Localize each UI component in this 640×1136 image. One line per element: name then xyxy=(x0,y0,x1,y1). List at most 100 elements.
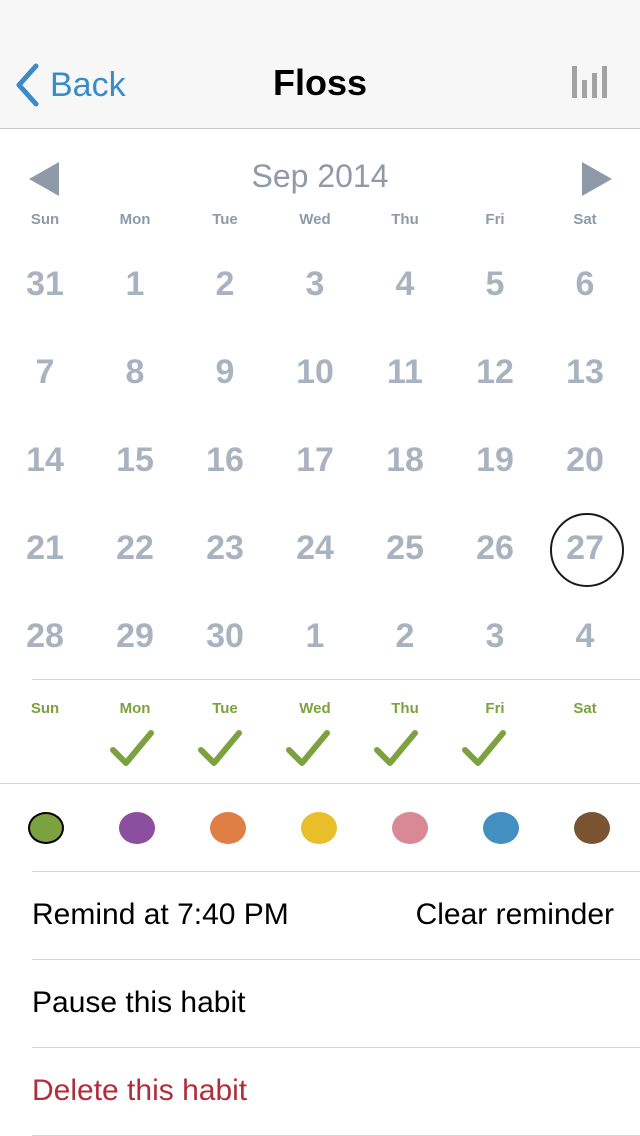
calendar-day-today[interactable]: 27 xyxy=(540,504,630,592)
color-swatch xyxy=(482,812,519,844)
month-label: Sep 2014 xyxy=(251,158,389,194)
color-swatch-option[interactable] xyxy=(91,810,182,846)
calendar-day[interactable]: 24 xyxy=(270,504,360,592)
habit-weekday-label: Sun xyxy=(30,700,60,717)
color-swatch-option[interactable] xyxy=(273,810,364,846)
weekday-label: Mon xyxy=(119,211,151,228)
habit-day-toggle-on[interactable] xyxy=(88,724,176,772)
next-month-button[interactable] xyxy=(578,158,618,198)
color-swatch xyxy=(391,812,428,844)
reminder-row: Remind at 7:40 PM Clear reminder xyxy=(32,871,640,959)
calendar-week: 7 8 9 10 11 12 13 xyxy=(0,328,640,416)
calendar-day[interactable]: 23 xyxy=(180,504,270,592)
habit-day-toggle-off[interactable] xyxy=(528,724,616,772)
calendar-day[interactable]: 19 xyxy=(450,416,540,504)
calendar-day[interactable]: 5 xyxy=(450,240,540,328)
calendar-day[interactable]: 20 xyxy=(540,416,630,504)
page-title: Floss xyxy=(272,62,368,103)
weekday-label: Sun xyxy=(30,211,60,228)
previous-month-button[interactable] xyxy=(26,158,66,198)
calendar-day[interactable]: 26 xyxy=(450,504,540,592)
calendar-day[interactable]: 22 xyxy=(90,504,180,592)
calendar-day[interactable]: 1 xyxy=(90,240,180,328)
weekday-label: Wed xyxy=(299,211,331,228)
calendar-day[interactable]: 15 xyxy=(90,416,180,504)
calendar-week: 14 15 16 17 18 19 20 xyxy=(0,416,640,504)
back-label: Back xyxy=(50,65,126,104)
divider xyxy=(32,679,640,680)
divider xyxy=(0,783,640,784)
pause-habit-label: Pause this habit xyxy=(32,986,246,1019)
month-header: Sep 2014 xyxy=(0,150,640,206)
calendar-day[interactable]: 9 xyxy=(180,328,270,416)
habit-day-toggle-off[interactable] xyxy=(0,724,88,772)
habit-weekday-label: Fri xyxy=(485,700,505,717)
color-swatch xyxy=(118,812,155,844)
calendar-week: 31 1 2 3 4 5 6 xyxy=(0,240,640,328)
calendar-day[interactable]: 25 xyxy=(360,504,450,592)
calendar-week: 21 22 23 24 25 26 27 xyxy=(0,504,640,592)
habit-weekday-label: Wed xyxy=(299,700,331,717)
color-swatch-option[interactable] xyxy=(0,810,91,846)
calendar-day[interactable]: 13 xyxy=(540,328,630,416)
calendar-day[interactable]: 4 xyxy=(540,592,630,680)
calendar-day[interactable]: 7 xyxy=(0,328,90,416)
calendar-day[interactable]: 1 xyxy=(270,592,360,680)
calendar-day[interactable]: 6 xyxy=(540,240,630,328)
color-swatch-option[interactable] xyxy=(455,810,546,846)
pause-habit-button[interactable]: Pause this habit xyxy=(32,959,640,1047)
color-swatch-option[interactable] xyxy=(546,810,637,846)
chevron-left-icon xyxy=(16,63,39,107)
color-swatch-option[interactable] xyxy=(364,810,455,846)
habit-day-toggle-on[interactable] xyxy=(352,724,440,772)
habit-weekday-label: Mon xyxy=(119,700,151,717)
calendar-day[interactable]: 14 xyxy=(0,416,90,504)
habit-weekday-label: Sat xyxy=(573,700,597,717)
calendar-day[interactable]: 3 xyxy=(270,240,360,328)
delete-habit-button[interactable]: Delete this habit xyxy=(32,1047,640,1135)
weekday-label: Fri xyxy=(485,211,505,228)
calendar-day[interactable]: 2 xyxy=(180,240,270,328)
checkmark-icon xyxy=(286,730,330,766)
checkmark-icon xyxy=(462,730,506,766)
checkmark-icon xyxy=(198,730,242,766)
calendar-day[interactable]: 4 xyxy=(360,240,450,328)
calendar-day[interactable]: 16 xyxy=(180,416,270,504)
calendar-day[interactable]: 12 xyxy=(450,328,540,416)
calendar-day[interactable]: 8 xyxy=(90,328,180,416)
bar-chart-icon[interactable] xyxy=(570,66,610,98)
color-swatch-option[interactable] xyxy=(182,810,273,846)
habit-day-toggle-on[interactable] xyxy=(264,724,352,772)
remind-time-button[interactable]: Remind at 7:40 PM xyxy=(32,898,289,932)
weekday-label: Sat xyxy=(573,211,597,228)
calendar-day[interactable]: 21 xyxy=(0,504,90,592)
calendar-day[interactable]: 2 xyxy=(360,592,450,680)
color-swatch xyxy=(300,812,337,844)
calendar-grid: 31 1 2 3 4 5 6 7 8 9 10 11 12 13 14 15 1… xyxy=(0,240,640,680)
weekday-label: Thu xyxy=(391,211,419,228)
habit-day-toggles xyxy=(0,724,640,772)
calendar-day[interactable]: 17 xyxy=(270,416,360,504)
color-picker xyxy=(0,810,640,846)
calendar-day[interactable]: 29 xyxy=(90,592,180,680)
calendar-day[interactable]: 30 xyxy=(180,592,270,680)
back-button[interactable]: Back xyxy=(14,60,126,110)
habit-weekday-header: Sun Mon Tue Wed Thu Fri Sat xyxy=(0,700,640,717)
habit-day-toggle-on[interactable] xyxy=(176,724,264,772)
color-swatch xyxy=(209,812,246,844)
weekday-label: Tue xyxy=(212,211,238,228)
calendar-day[interactable]: 11 xyxy=(360,328,450,416)
calendar-day[interactable]: 18 xyxy=(360,416,450,504)
calendar-day[interactable]: 31 xyxy=(0,240,90,328)
navigation-bar: Back Floss xyxy=(0,0,640,129)
calendar-day[interactable]: 10 xyxy=(270,328,360,416)
calendar-day[interactable]: 28 xyxy=(0,592,90,680)
checkmark-icon xyxy=(374,730,418,766)
delete-habit-label: Delete this habit xyxy=(32,1074,248,1107)
habit-day-toggle-on[interactable] xyxy=(440,724,528,772)
calendar-week: 28 29 30 1 2 3 4 xyxy=(0,592,640,680)
habit-weekday-label: Tue xyxy=(212,700,238,717)
clear-reminder-button[interactable]: Clear reminder xyxy=(416,898,614,932)
color-swatch xyxy=(573,812,610,844)
calendar-day[interactable]: 3 xyxy=(450,592,540,680)
